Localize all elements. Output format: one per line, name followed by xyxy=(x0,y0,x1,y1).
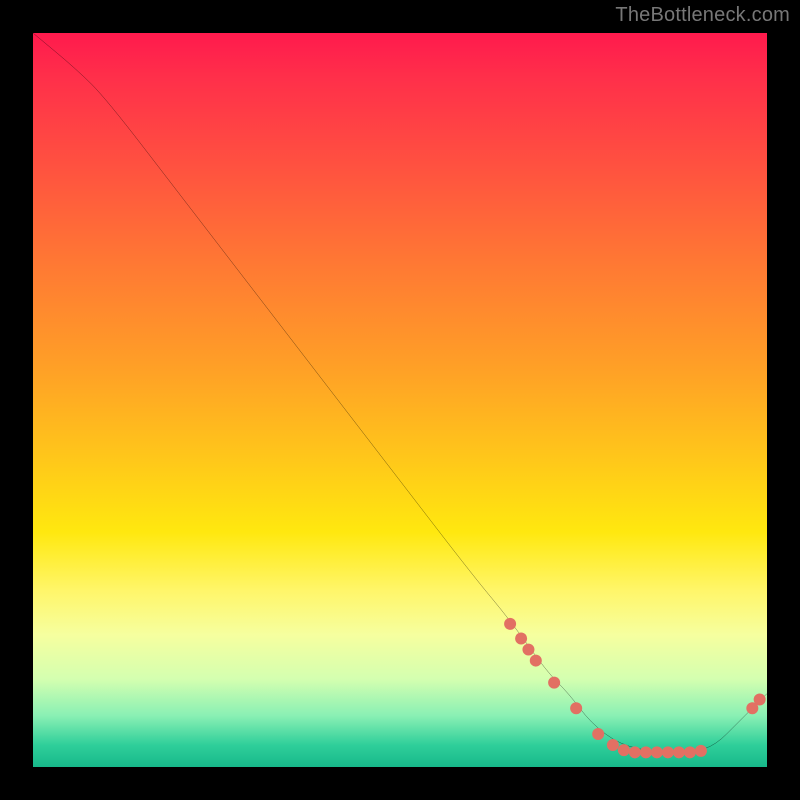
data-markers xyxy=(504,618,766,758)
chart-overlay xyxy=(33,33,767,767)
data-marker xyxy=(629,746,641,758)
data-marker xyxy=(515,633,527,645)
chart-frame: TheBottleneck.com xyxy=(0,0,800,800)
data-marker xyxy=(684,746,696,758)
data-marker xyxy=(570,702,582,714)
data-marker xyxy=(695,745,707,757)
data-marker xyxy=(504,618,516,630)
data-marker xyxy=(662,746,674,758)
watermark-text: TheBottleneck.com xyxy=(615,4,790,27)
data-marker xyxy=(592,728,604,740)
data-marker xyxy=(651,746,663,758)
data-marker xyxy=(530,655,542,667)
data-marker xyxy=(548,677,560,689)
data-marker xyxy=(607,739,619,751)
data-marker xyxy=(618,744,630,756)
data-curve xyxy=(33,33,767,752)
data-marker xyxy=(640,746,652,758)
data-marker xyxy=(522,644,534,656)
data-marker xyxy=(673,746,685,758)
chart-line-group xyxy=(33,33,767,752)
data-marker xyxy=(754,693,766,705)
